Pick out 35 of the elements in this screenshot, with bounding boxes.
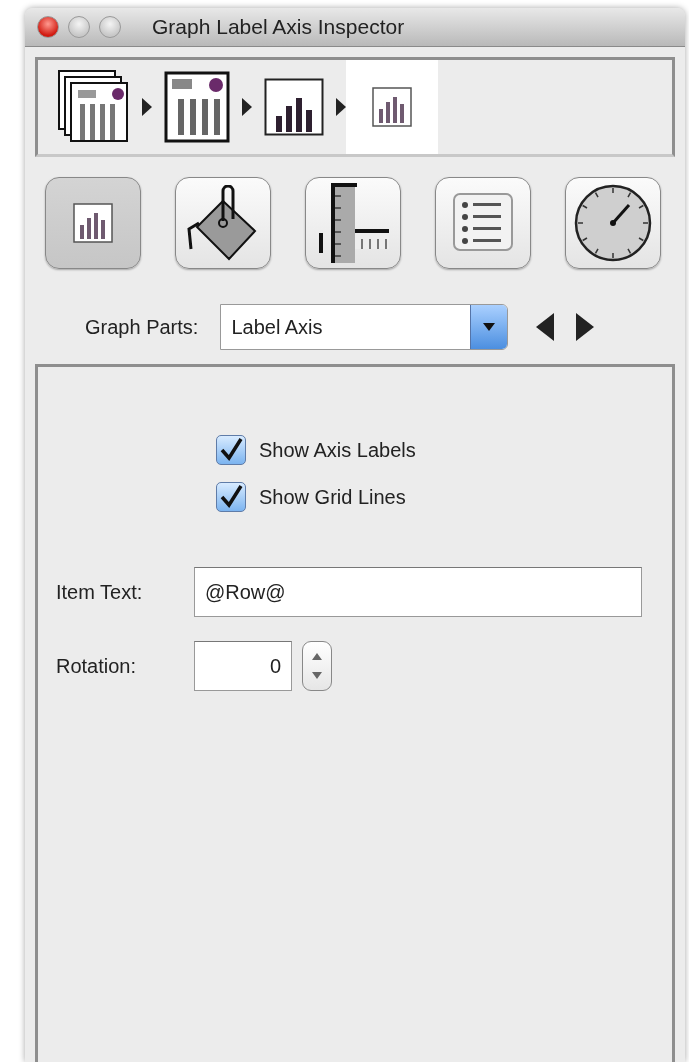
caret-icon bbox=[483, 323, 496, 331]
breadcrumb-item[interactable] bbox=[346, 60, 438, 154]
checkbox[interactable] bbox=[216, 482, 246, 512]
graph-parts-dropdown[interactable]: Label Axis bbox=[220, 304, 509, 350]
tool-button[interactable] bbox=[175, 177, 271, 269]
stepper[interactable] bbox=[302, 641, 332, 691]
checkmark-icon bbox=[219, 438, 243, 462]
separator-arrow-icon bbox=[336, 98, 346, 116]
separator-arrow-icon bbox=[142, 98, 152, 116]
rotation-field[interactable]: 0 bbox=[194, 641, 292, 691]
previous-button[interactable] bbox=[536, 313, 555, 341]
item-text-label: Item Text: bbox=[56, 580, 144, 604]
close-button[interactable] bbox=[37, 16, 59, 38]
checkbox-label: Show Axis Labels bbox=[259, 438, 416, 462]
tool-button[interactable] bbox=[435, 177, 531, 269]
separator-arrow-icon bbox=[242, 98, 252, 116]
window-title: Graph Label Axis Inspector bbox=[152, 15, 405, 39]
bar-graph-icon bbox=[372, 87, 412, 127]
paint-bucket-icon bbox=[187, 185, 259, 261]
checkbox[interactable] bbox=[216, 435, 246, 465]
report-stack-icon bbox=[58, 70, 130, 144]
tool-button[interactable] bbox=[305, 177, 401, 269]
item-text-field[interactable]: @Row@ bbox=[194, 567, 642, 617]
rotation-label: Rotation: bbox=[56, 654, 138, 678]
gauge-icon bbox=[573, 183, 653, 263]
tool-button[interactable] bbox=[565, 177, 661, 269]
checkmark-icon bbox=[219, 485, 243, 509]
report-icon bbox=[164, 71, 230, 143]
bar-graph-icon bbox=[264, 78, 324, 136]
tool-button[interactable] bbox=[45, 177, 141, 269]
graph-parts-label: Graph Parts: bbox=[85, 315, 199, 339]
bar-graph-icon bbox=[73, 203, 113, 243]
next-button[interactable] bbox=[576, 313, 595, 341]
up-down-arrows-icon bbox=[311, 651, 323, 681]
checkbox-label: Show Grid Lines bbox=[259, 485, 406, 509]
